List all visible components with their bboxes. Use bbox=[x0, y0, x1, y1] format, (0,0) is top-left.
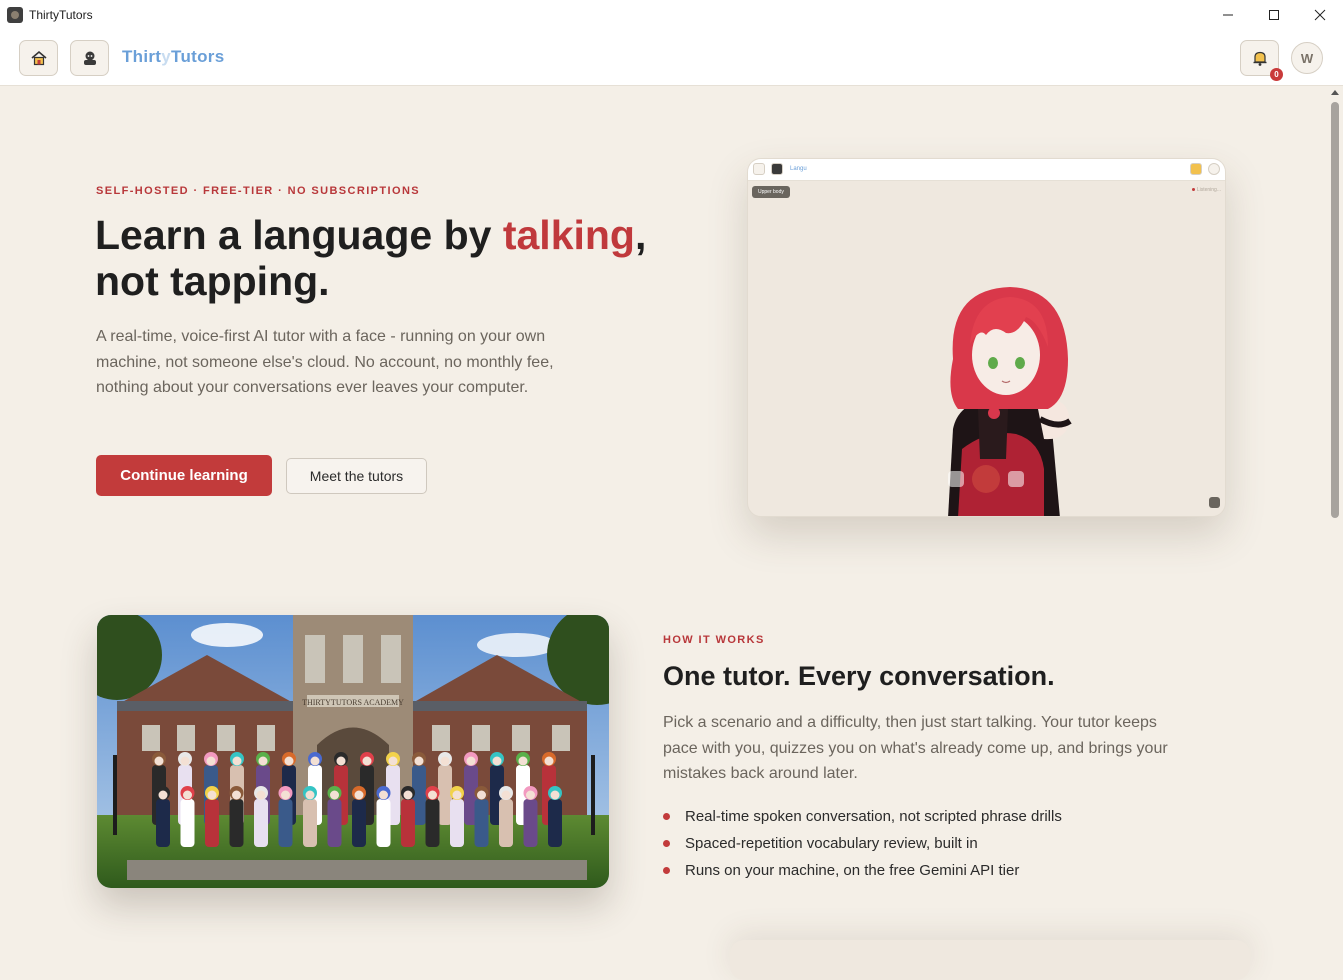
tutor-figure bbox=[352, 786, 366, 847]
feature-item: Spaced-repetition vocabulary review, bui… bbox=[663, 830, 1062, 857]
app-icon bbox=[7, 7, 23, 23]
preview-camera-icon bbox=[1008, 471, 1024, 487]
preview-expand-icon bbox=[1209, 497, 1220, 508]
tutor-figure bbox=[474, 786, 489, 847]
window-titlebar: ThirtyTutors bbox=[0, 0, 1343, 30]
feature-text: Runs on your machine, on the free Gemini… bbox=[685, 862, 1020, 879]
preview-headset-icon bbox=[948, 471, 964, 487]
academy-group-photo: THIRTYTUTORS ACADEMY bbox=[97, 615, 609, 888]
app-preview-image: Langu Upper body Listening... bbox=[747, 158, 1226, 517]
meet-tutors-button[interactable]: Meet the tutors bbox=[286, 458, 427, 494]
tutor-figure bbox=[438, 752, 452, 825]
tutor-figure bbox=[548, 786, 562, 847]
brand-text-start: Thirt bbox=[122, 47, 162, 66]
minimize-icon bbox=[1223, 14, 1233, 16]
preview-mic-icon bbox=[972, 465, 1000, 493]
user-avatar[interactable]: W bbox=[1291, 42, 1323, 74]
notification-badge: 0 bbox=[1270, 68, 1283, 81]
tutor-figure bbox=[499, 786, 513, 847]
bullet-icon bbox=[663, 867, 670, 874]
maximize-button[interactable] bbox=[1251, 0, 1297, 30]
tutor-figure bbox=[401, 786, 415, 847]
hero-title-accent: talking bbox=[502, 212, 635, 258]
scrollbar-thumb[interactable] bbox=[1331, 102, 1339, 518]
feature-item: Real-time spoken conversation, not scrip… bbox=[663, 803, 1062, 830]
tutor-figure bbox=[229, 786, 244, 847]
app-header: ThirtyTutors 0 W bbox=[0, 30, 1343, 86]
tutor-figure bbox=[254, 786, 268, 847]
brand-logo[interactable]: ThirtyTutors bbox=[122, 47, 224, 67]
how-description: Pick a scenario and a difficulty, then j… bbox=[663, 714, 1168, 782]
how-eyebrow: HOW IT WORKS bbox=[663, 634, 765, 646]
tutor-character-illustration bbox=[948, 287, 1072, 516]
tutor-figure bbox=[523, 786, 538, 847]
feature-text: Real-time spoken conversation, not scrip… bbox=[685, 808, 1062, 825]
home-button[interactable] bbox=[19, 40, 58, 76]
tutor-figure bbox=[180, 786, 195, 847]
bell-icon bbox=[1253, 51, 1266, 66]
tutor-figure bbox=[303, 786, 317, 847]
next-section-card bbox=[730, 940, 1250, 980]
tutor-figure bbox=[156, 786, 170, 847]
tutor-figure bbox=[376, 786, 391, 847]
tutor-figure bbox=[425, 786, 440, 847]
brand-text-faded: y bbox=[161, 47, 172, 66]
window-title: ThirtyTutors bbox=[29, 8, 93, 22]
tutor-figure bbox=[205, 786, 219, 847]
feature-text: Spaced-repetition vocabulary review, bui… bbox=[685, 835, 978, 852]
hero-title-start: Learn a language by bbox=[95, 212, 503, 258]
brand-text-end: Tutors bbox=[171, 47, 225, 66]
tutor-figure bbox=[278, 786, 293, 847]
close-button[interactable] bbox=[1297, 0, 1343, 30]
continue-learning-button[interactable]: Continue learning bbox=[96, 455, 272, 496]
minimize-button[interactable] bbox=[1205, 0, 1251, 30]
scroll-up-icon[interactable] bbox=[1331, 90, 1339, 95]
academy-sign: THIRTYTUTORS ACADEMY bbox=[302, 698, 404, 707]
preview-call-controls bbox=[948, 465, 1024, 493]
bullet-icon bbox=[663, 840, 670, 847]
tutor-figure bbox=[327, 786, 342, 847]
close-icon bbox=[1314, 9, 1326, 21]
home-icon bbox=[30, 50, 47, 66]
feature-list: Real-time spoken conversation, not scrip… bbox=[663, 803, 1062, 884]
tutors-button[interactable] bbox=[70, 40, 109, 76]
academy-illustration: THIRTYTUTORS ACADEMY bbox=[97, 615, 609, 888]
hero-eyebrow: SELF-HOSTED · FREE-TIER · NO SUBSCRIPTIO… bbox=[96, 185, 421, 197]
tutor-figure bbox=[450, 786, 464, 847]
hero-description: A real-time, voice-first AI tutor with a… bbox=[96, 328, 554, 396]
tutors-icon bbox=[83, 51, 96, 65]
window-controls bbox=[1205, 0, 1343, 30]
how-title: One tutor. Every conversation. bbox=[663, 661, 1055, 691]
hero-title: Learn a language by talking, not tapping… bbox=[95, 212, 695, 304]
maximize-icon bbox=[1269, 10, 1279, 20]
bullet-icon bbox=[663, 813, 670, 820]
feature-item: Runs on your machine, on the free Gemini… bbox=[663, 857, 1062, 884]
